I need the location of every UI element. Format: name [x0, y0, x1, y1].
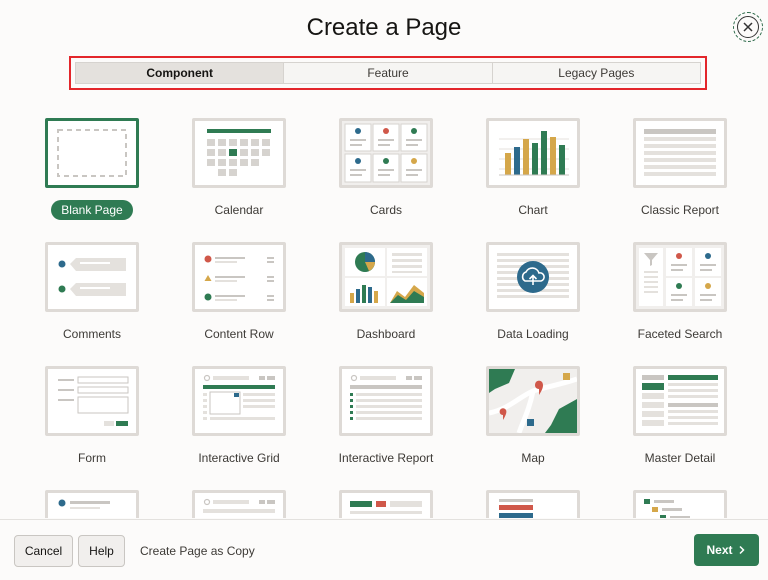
page-type-dashboard[interactable]: Dashboard	[322, 242, 450, 344]
page-type-grid: Blank Page Calendar Cards Chart Classic …	[28, 118, 764, 518]
content-row-icon	[192, 242, 286, 312]
item-label: Interactive Grid	[198, 451, 280, 465]
page-type-row4-2[interactable]	[175, 490, 303, 518]
report-icon	[192, 490, 286, 518]
page-type-row4-3[interactable]	[322, 490, 450, 518]
help-button[interactable]: Help	[78, 535, 125, 567]
item-label: Interactive Report	[338, 451, 434, 465]
page-type-row4-5[interactable]	[616, 490, 744, 518]
page-type-interactive-report[interactable]: Interactive Report	[322, 366, 450, 468]
page-type-content-row[interactable]: Content Row	[175, 242, 303, 344]
dialog-title: Create a Page	[306, 14, 462, 41]
item-label: Master Detail	[644, 451, 716, 465]
page-type-interactive-grid[interactable]: Interactive Grid	[175, 366, 303, 468]
data-loading-icon	[486, 242, 580, 312]
tab-legacy-pages[interactable]: Legacy Pages	[493, 63, 700, 83]
create-page-as-copy-link[interactable]: Create Page as Copy	[140, 544, 255, 558]
comments-icon	[45, 242, 139, 312]
item-label: Calendar	[214, 203, 264, 217]
page-type-data-loading[interactable]: Data Loading	[469, 242, 597, 344]
map-icon	[486, 366, 580, 436]
page-type-cards[interactable]: Cards	[322, 118, 450, 220]
page-type-master-detail[interactable]: Master Detail	[616, 366, 744, 468]
item-label: Form	[78, 451, 106, 465]
page-type-comments[interactable]: Comments	[28, 242, 156, 344]
item-label: Data Loading	[497, 327, 569, 341]
close-icon	[737, 16, 759, 38]
page-type-faceted-search[interactable]: Faceted Search	[616, 242, 744, 344]
item-label: Comments	[62, 327, 121, 341]
page-type-form[interactable]: Form	[28, 366, 156, 468]
list-view-icon	[45, 490, 139, 518]
dashboard-icon	[339, 242, 433, 312]
master-detail-icon	[633, 366, 727, 436]
cancel-button[interactable]: Cancel	[14, 535, 73, 567]
page-type-classic-report[interactable]: Classic Report	[616, 118, 744, 220]
item-label: Dashboard	[356, 327, 416, 341]
interactive-grid-icon	[192, 366, 286, 436]
page-type-row4-4[interactable]	[469, 490, 597, 518]
blank-page-icon	[45, 118, 139, 188]
tab-component[interactable]: Component	[76, 63, 285, 83]
item-label: Chart	[518, 203, 548, 217]
create-page-dialog: Create a Page Component Feature Legacy P…	[0, 0, 768, 580]
dialog-footer: Cancel Help Create Page as Copy Next	[0, 519, 768, 580]
next-button[interactable]: Next	[694, 534, 759, 566]
page-type-calendar[interactable]: Calendar	[175, 118, 303, 220]
tab-bar-highlight: Component Feature Legacy Pages	[69, 56, 707, 90]
interactive-report-icon	[339, 366, 433, 436]
tab-bar: Component Feature Legacy Pages	[75, 62, 701, 84]
smart-filters-icon	[339, 490, 433, 518]
calendar-icon	[192, 118, 286, 188]
page-type-row4-1[interactable]	[28, 490, 156, 518]
page-type-chart[interactable]: Chart	[469, 118, 597, 220]
item-label: Blank Page	[51, 200, 133, 220]
item-label: Faceted Search	[637, 327, 723, 341]
tab-feature[interactable]: Feature	[284, 63, 493, 83]
page-type-blank-page[interactable]: Blank Page	[28, 118, 156, 220]
chevron-right-icon	[738, 545, 745, 555]
item-label: Cards	[369, 203, 402, 217]
next-label: Next	[706, 543, 733, 557]
page-type-map[interactable]: Map	[469, 366, 597, 468]
classic-report-icon	[633, 118, 727, 188]
item-label: Classic Report	[640, 203, 720, 217]
cards-icon	[339, 118, 433, 188]
chart-icon	[486, 118, 580, 188]
faceted-search-icon	[633, 242, 727, 312]
tree-icon	[633, 490, 727, 518]
timeline-icon	[486, 490, 580, 518]
item-label: Content Row	[204, 327, 274, 341]
close-button[interactable]	[733, 12, 763, 42]
item-label: Map	[521, 451, 545, 465]
form-icon	[45, 366, 139, 436]
